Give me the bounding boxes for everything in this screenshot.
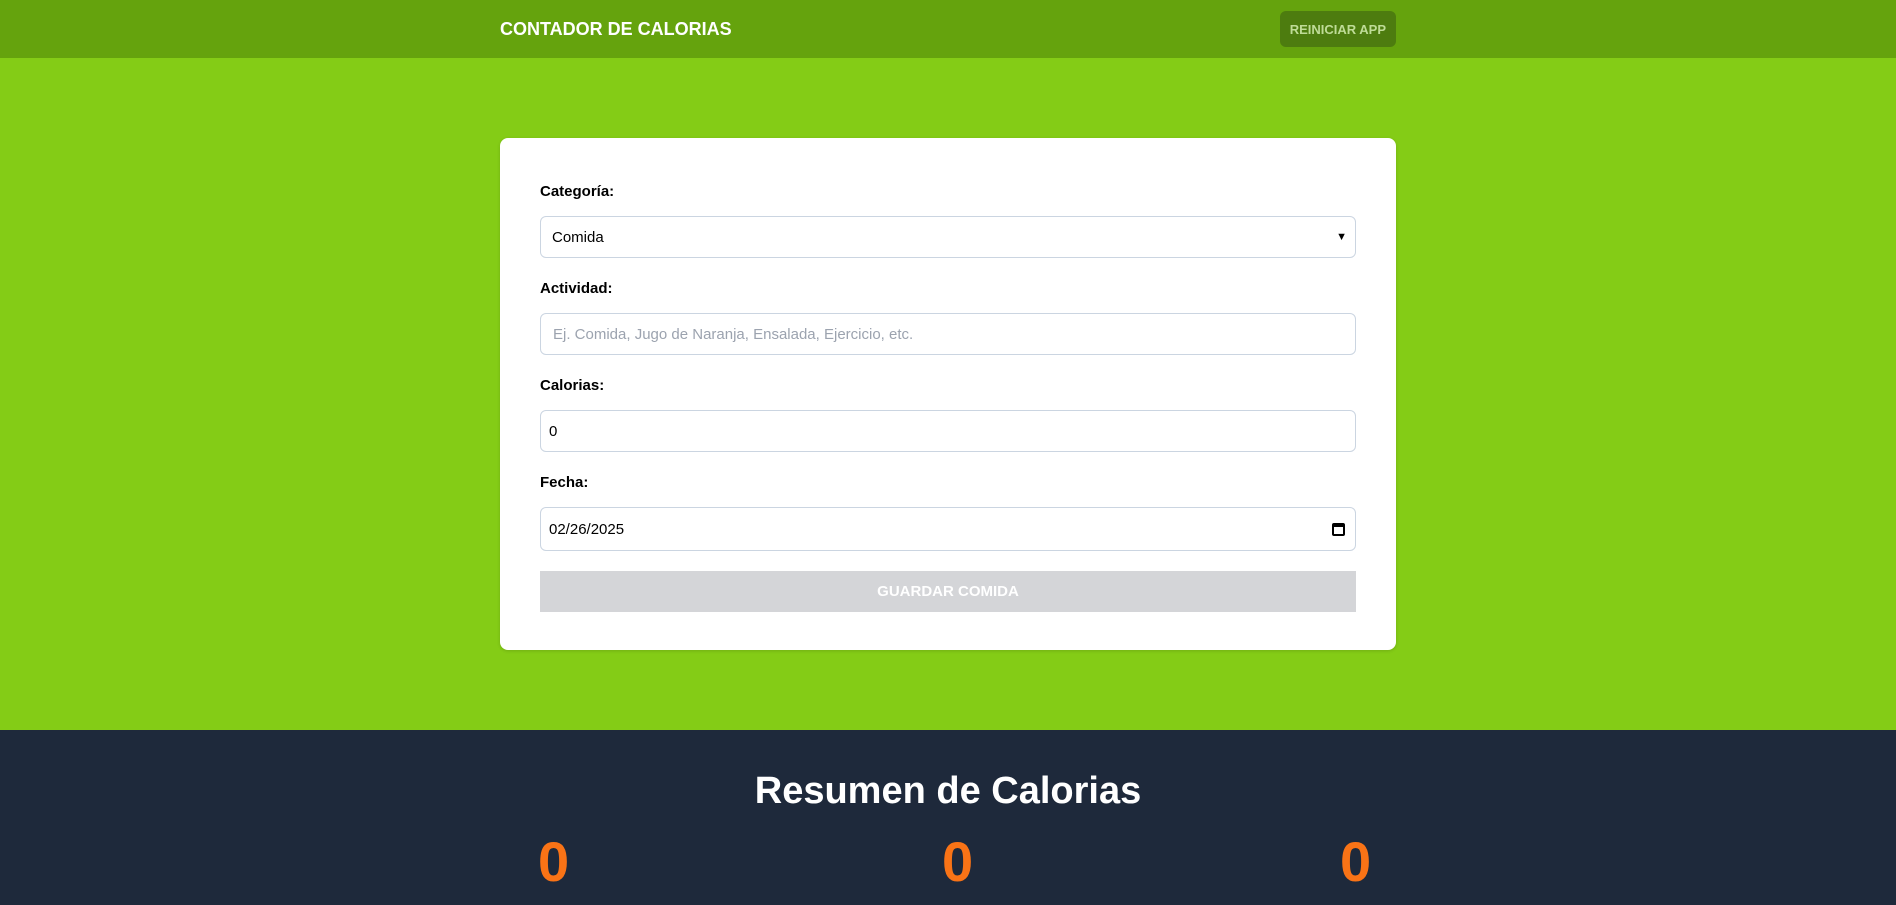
reset-app-button[interactable]: REINICIAR APP <box>1279 11 1396 47</box>
calendar-icon[interactable] <box>1332 522 1345 536</box>
category-label: Categoría: <box>540 183 615 200</box>
calorie-form: Categoría: Comida ▼ Actividad: Ej. Comid… <box>500 138 1396 650</box>
calories-consumed-value: 0 <box>538 830 570 893</box>
category-select[interactable]: Comida ▼ <box>540 216 1356 258</box>
app-header: CONTADOR DE CALORIAS REINICIAR APP <box>0 0 1896 58</box>
form-section: Categoría: Comida ▼ Actividad: Ej. Comid… <box>0 58 1896 730</box>
activity-placeholder: Ej. Comida, Jugo de Naranja, Ensalada, E… <box>553 325 914 343</box>
activity-input[interactable]: Ej. Comida, Jugo de Naranja, Ensalada, E… <box>540 313 1356 355</box>
calories-burned-value: 0 <box>942 830 974 893</box>
app-title: CONTADOR DE CALORIAS <box>500 18 732 39</box>
calories-label: Calorias: <box>540 377 605 394</box>
save-meal-button[interactable]: GUARDAR COMIDA <box>540 571 1356 612</box>
calories-value: 0 <box>549 422 558 440</box>
category-value: Comida <box>552 228 604 246</box>
date-label: Fecha: <box>540 474 589 491</box>
calories-difference-value: 0 <box>1340 830 1372 893</box>
date-input[interactable]: 02/26/2025 <box>540 507 1356 551</box>
calories-input[interactable]: 0 <box>540 410 1356 452</box>
date-value: 02/26/2025 <box>549 520 625 538</box>
summary-title: Resumen de Calorias <box>754 770 1142 812</box>
chevron-down-icon: ▼ <box>1336 231 1347 243</box>
summary-section: Resumen de Calorias 0 0 0 <box>0 730 1896 905</box>
activity-label: Actividad: <box>540 280 613 297</box>
